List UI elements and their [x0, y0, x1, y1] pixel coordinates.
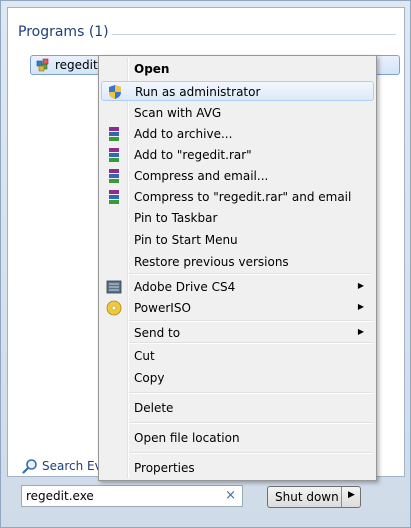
- magnifier-icon: [22, 459, 37, 474]
- menu-item-label: Cut: [134, 349, 155, 363]
- menu-separator: [129, 342, 372, 344]
- adobe-drive-icon: [106, 280, 122, 294]
- menu-item-copy[interactable]: Copy: [101, 368, 374, 388]
- menu-item-label: Send to: [134, 326, 181, 340]
- shutdown-label: Shut down: [275, 490, 339, 504]
- menu-item-pin-to-taskbar[interactable]: Pin to Taskbar: [101, 208, 374, 228]
- shutdown-button[interactable]: Shut down ▶: [267, 486, 361, 508]
- menu-item-cut[interactable]: Cut: [101, 346, 374, 366]
- menu-item-add-to-rar[interactable]: Add to "regedit.rar": [101, 145, 374, 165]
- menu-separator: [129, 273, 372, 275]
- clear-search-icon[interactable]: ×: [225, 488, 236, 503]
- programs-header: Programs (1): [18, 24, 109, 40]
- regedit-icon: [36, 58, 49, 72]
- menu-item-delete[interactable]: Delete: [101, 398, 374, 418]
- menu-item-label: Compress and email...: [134, 169, 269, 183]
- menu-item-label: Adobe Drive CS4: [134, 280, 236, 294]
- menu-separator: [129, 392, 372, 394]
- menu-item-poweriso[interactable]: PowerISO ▶: [101, 298, 374, 318]
- menu-item-run-as-administrator[interactable]: Run as administrator: [101, 81, 374, 101]
- menu-item-open[interactable]: Open: [101, 59, 374, 79]
- menu-item-label: Open: [134, 62, 170, 76]
- menu-item-label: Scan with AVG: [134, 106, 222, 120]
- menu-item-label: Delete: [134, 401, 174, 415]
- menu-item-label: Run as administrator: [135, 85, 261, 99]
- uac-shield-icon: [109, 85, 121, 99]
- menu-item-label: Properties: [134, 461, 195, 475]
- submenu-arrow-icon: ▶: [357, 327, 364, 336]
- menu-separator: [129, 422, 372, 424]
- menu-item-open-file-location[interactable]: Open file location: [101, 428, 374, 448]
- poweriso-disc-icon: [106, 300, 122, 316]
- winrar-icon: [109, 127, 119, 141]
- menu-item-label: Copy: [134, 371, 165, 385]
- search-input[interactable]: [26, 488, 216, 504]
- programs-divider: [112, 34, 396, 35]
- menu-item-label: PowerISO: [134, 301, 191, 315]
- menu-item-send-to[interactable]: Send to ▶: [101, 316, 374, 340]
- menu-item-label: Compress to "regedit.rar" and email: [134, 190, 352, 204]
- menu-item-label: Pin to Start Menu: [134, 233, 238, 247]
- menu-item-adobe-drive[interactable]: Adobe Drive CS4 ▶: [101, 277, 374, 297]
- submenu-arrow-icon: ▶: [357, 302, 364, 311]
- menu-item-properties[interactable]: Properties: [101, 458, 374, 478]
- menu-item-label: Pin to Taskbar: [134, 211, 218, 225]
- shutdown-options-button[interactable]: ▶: [341, 487, 361, 507]
- menu-item-restore-previous-versions[interactable]: Restore previous versions: [101, 252, 374, 272]
- menu-item-label: Add to archive...: [134, 127, 233, 141]
- menu-item-add-to-archive[interactable]: Add to archive...: [101, 124, 374, 144]
- menu-item-scan-avg[interactable]: Scan with AVG: [101, 103, 374, 123]
- winrar-icon: [109, 190, 119, 204]
- submenu-arrow-icon: ▶: [357, 281, 364, 290]
- menu-item-label: Add to "regedit.rar": [134, 148, 252, 162]
- menu-item-compress-and-email[interactable]: Compress and email...: [101, 166, 374, 186]
- menu-item-label: Open file location: [134, 431, 240, 445]
- winrar-icon: [109, 148, 119, 162]
- menu-item-label: Restore previous versions: [134, 255, 289, 269]
- search-box[interactable]: ×: [21, 485, 243, 507]
- menu-item-pin-to-start-menu[interactable]: Pin to Start Menu: [101, 230, 374, 250]
- winrar-icon: [109, 169, 119, 183]
- menu-separator: [129, 452, 372, 454]
- menu-item-compress-to-rar-and-email[interactable]: Compress to "regedit.rar" and email: [101, 187, 374, 207]
- shutdown-arrow-icon: ▶: [348, 490, 355, 500]
- context-menu: Open Run as administrator Scan with AVG …: [98, 55, 377, 481]
